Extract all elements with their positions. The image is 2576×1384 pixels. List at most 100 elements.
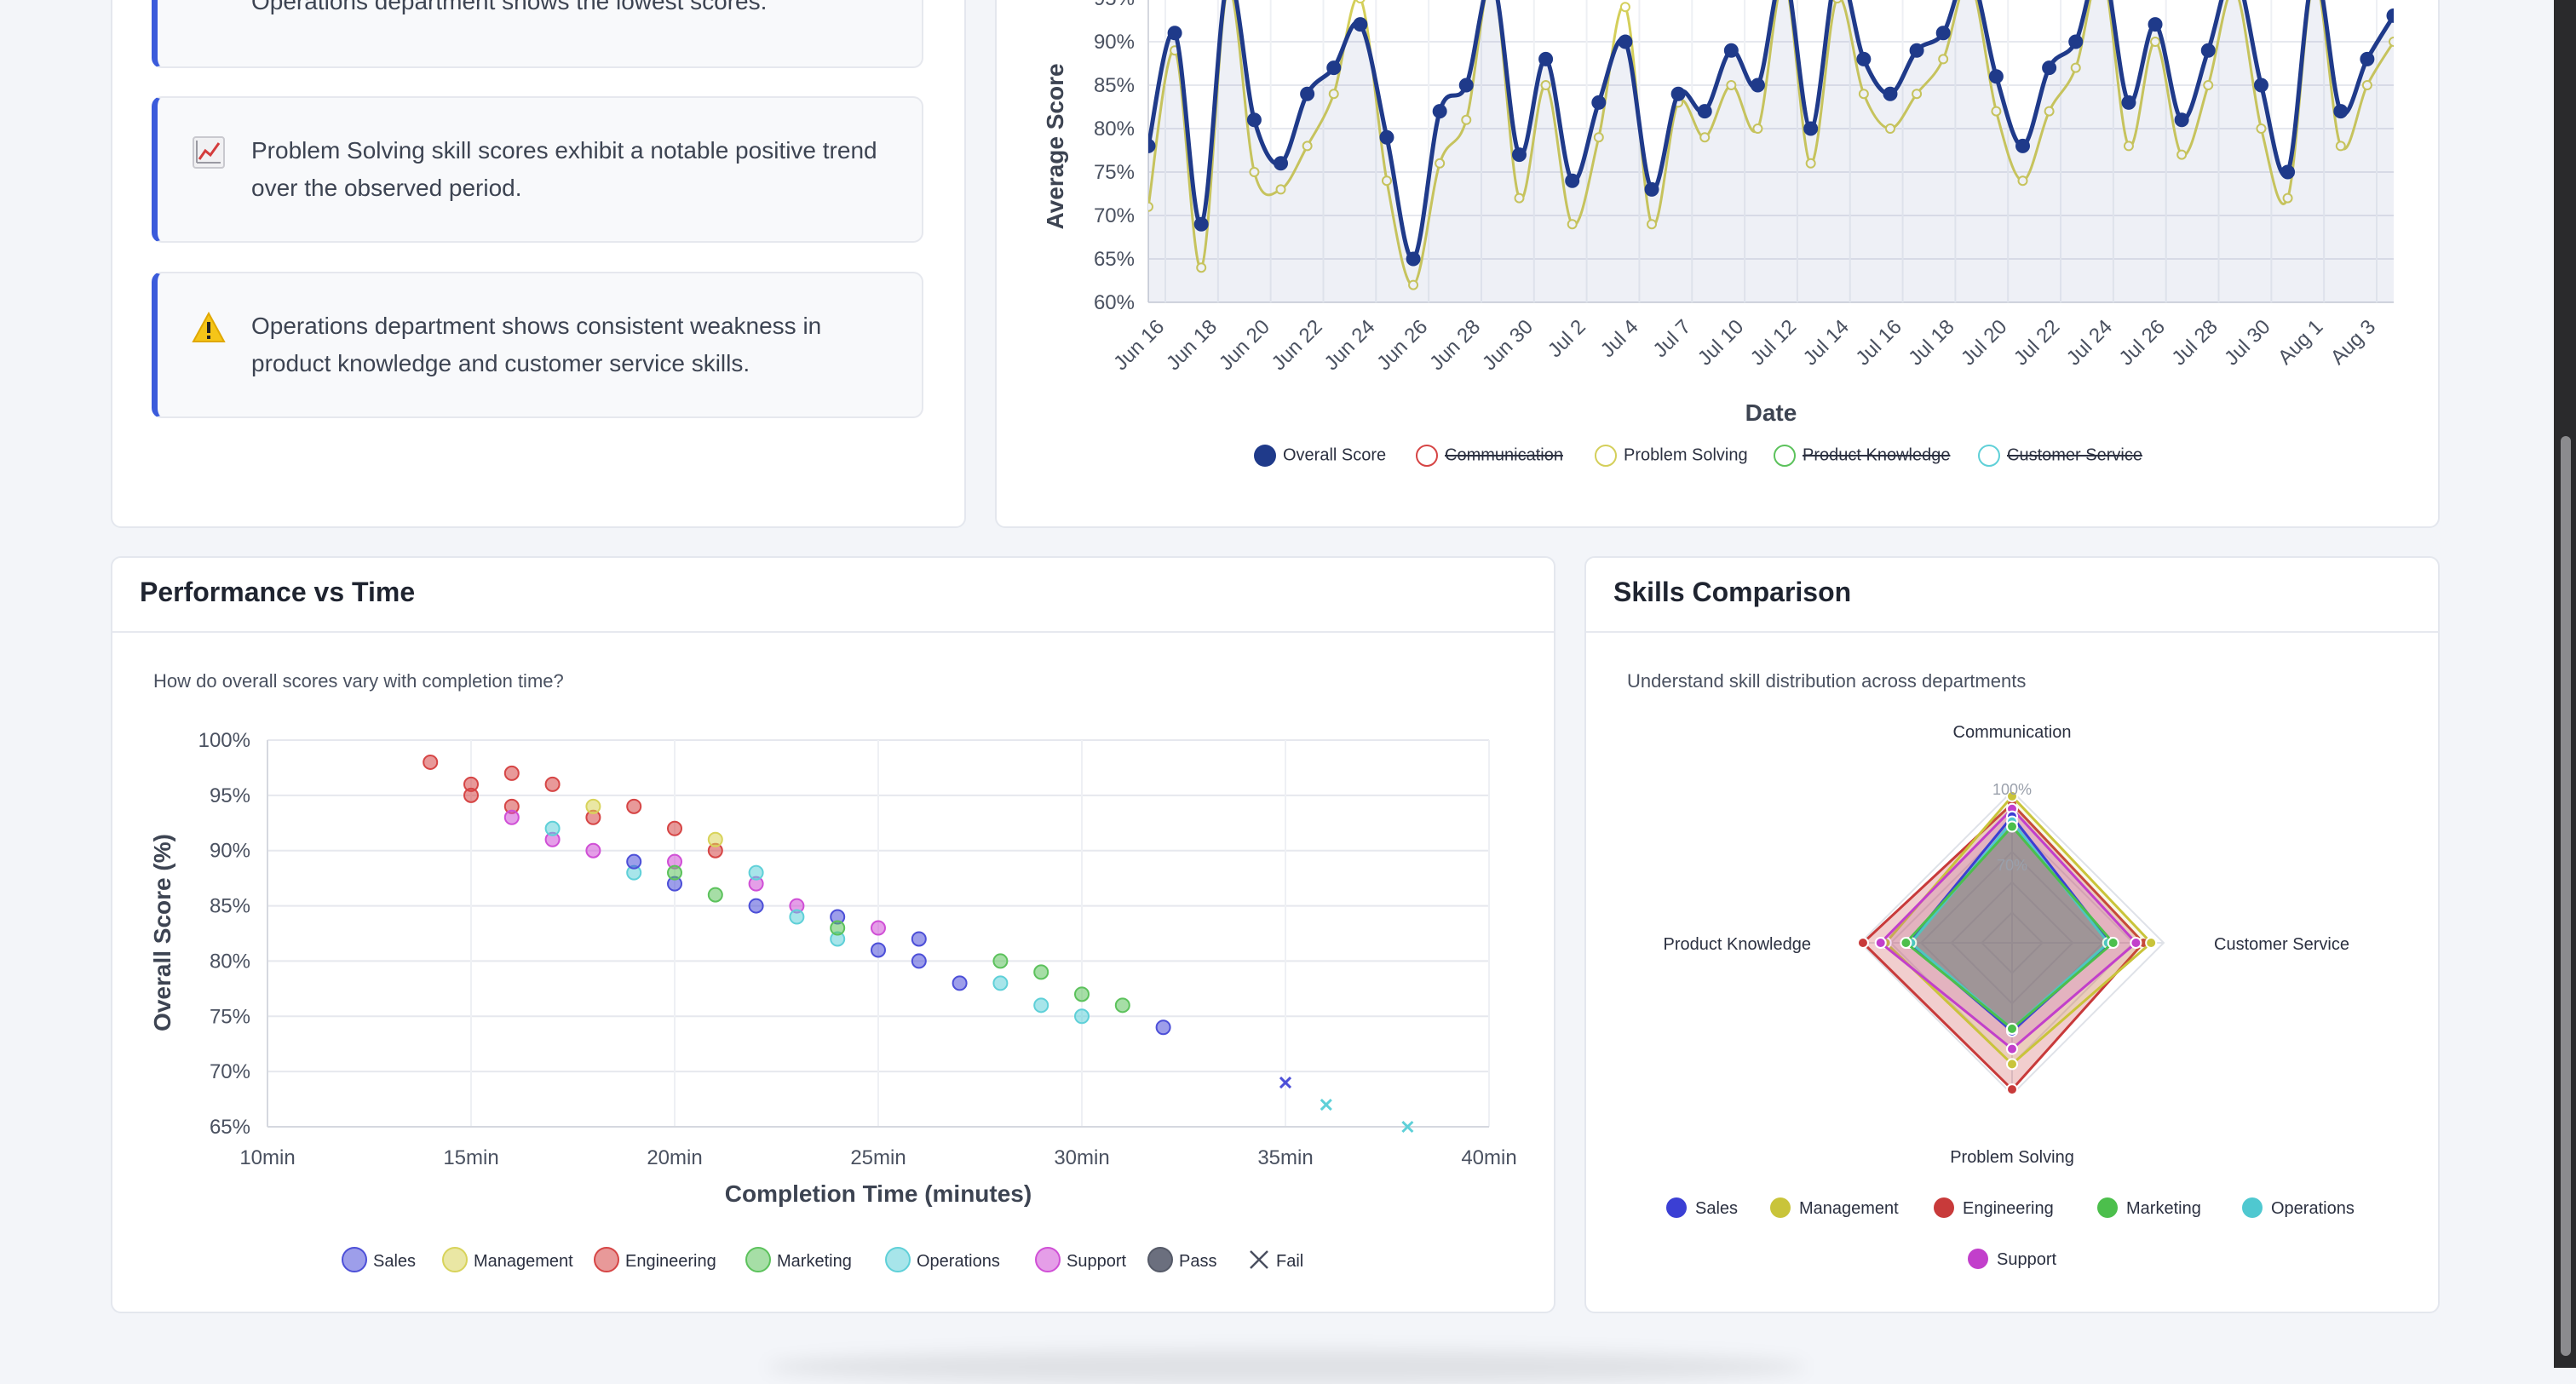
overall-score-point	[1697, 104, 1712, 119]
legend-label: Engineering	[625, 1252, 716, 1271]
legend-item[interactable]: Operations	[885, 1247, 1000, 1272]
overall-score-point	[2386, 8, 2394, 23]
x-tick-label: Jun 26	[1372, 315, 1432, 375]
legend-item[interactable]: Customer Service	[1978, 445, 2142, 467]
legend-label: Problem Solving	[1624, 445, 1748, 465]
series-marketing	[667, 864, 1130, 1014]
series-management	[585, 798, 723, 847]
data-point	[707, 887, 723, 903]
legend-label: Customer Service	[2007, 445, 2142, 465]
overall-score-point	[1379, 129, 1394, 145]
overall-score-point	[1167, 26, 1182, 41]
x-tick-label: Jun 20	[1215, 315, 1274, 375]
overall-score-point	[1909, 43, 1924, 58]
radar-tick-label: 70%	[1997, 857, 2027, 874]
overall-score-point	[1670, 86, 1686, 101]
insight-text: Operations department shows consistent w…	[251, 313, 822, 376]
legend-item[interactable]: Communication	[1416, 445, 1563, 467]
radar-point	[2145, 937, 2158, 949]
legend-item[interactable]: Engineering	[594, 1247, 716, 1272]
legend-item[interactable]: Overall Score	[1254, 445, 1386, 467]
data-point	[748, 864, 764, 881]
data-point	[871, 942, 886, 958]
x-tick-label: Jul 4	[1596, 315, 1643, 362]
legend-item[interactable]: Support	[1968, 1249, 2056, 1269]
radar-axis-label: Problem Solving	[1950, 1148, 2074, 1167]
legend-swatch	[2242, 1197, 2263, 1218]
legend-label: Operations	[917, 1252, 1000, 1271]
data-point	[463, 787, 479, 803]
legend-item[interactable]: Pass	[1147, 1247, 1216, 1272]
x-tick-label: Jul 24	[2062, 315, 2117, 370]
legend-swatch	[1968, 1249, 1988, 1269]
radar-point	[1900, 937, 1912, 949]
legend-item[interactable]: Sales	[1666, 1197, 1738, 1218]
legend-swatch	[1770, 1197, 1791, 1218]
y-tick-label: 80%	[210, 950, 250, 973]
warning-icon	[192, 311, 226, 342]
data-point	[1155, 1019, 1171, 1036]
overall-score-point	[1406, 251, 1421, 267]
legend-item[interactable]: Product Knowledge	[1774, 445, 1950, 467]
radar-point	[2006, 1083, 2018, 1096]
legend-item[interactable]: Operations	[2242, 1197, 2355, 1218]
data-point	[503, 765, 520, 781]
x-tick-label: Jul 12	[1746, 315, 1801, 370]
x-tick-label: 40min	[1461, 1146, 1516, 1169]
overall-score-point	[1432, 104, 1447, 119]
radar-chart: 100% 70% Communication Customer Service Prob…	[1664, 723, 2355, 1269]
data-point	[789, 909, 805, 925]
series-support	[503, 809, 886, 936]
radar-tick-label: 100%	[1992, 781, 2032, 798]
overall-score-point	[2121, 95, 2136, 110]
data-point	[748, 898, 764, 914]
legend-swatch	[1416, 445, 1438, 467]
legend-label: Engineering	[1963, 1199, 2054, 1218]
radar-point	[1856, 937, 1869, 949]
legend-item[interactable]: Marketing	[745, 1247, 852, 1272]
legend-item[interactable]: Management	[442, 1247, 573, 1272]
x-tick-label: Jul 30	[2220, 315, 2274, 370]
skills-comparison-card: Skills Comparison Understand skill distr…	[1584, 556, 2440, 1313]
legend-item[interactable]: Problem Solving	[1595, 445, 1748, 467]
overall-score-point	[1148, 138, 1156, 153]
data-point	[667, 864, 682, 881]
data-point	[1033, 997, 1049, 1014]
legend-item[interactable]: Marketing	[2097, 1197, 2201, 1218]
x-tick-label: Jun 24	[1320, 315, 1379, 375]
data-point	[992, 975, 1009, 991]
y-tick-label: 85%	[1094, 74, 1135, 97]
legend-item[interactable]: Fail	[1250, 1250, 1303, 1271]
y-tick-label: 90%	[1094, 31, 1135, 54]
overall-score-point	[2360, 51, 2375, 66]
data-point	[544, 820, 561, 836]
legend-label: Marketing	[777, 1252, 852, 1271]
radar-point	[2006, 1022, 2018, 1035]
y-tick-label: 65%	[210, 1116, 250, 1139]
data-point	[626, 853, 642, 870]
data-point	[911, 931, 927, 947]
overall-score-point	[1644, 181, 1659, 197]
data-point	[1074, 986, 1090, 1002]
data-point	[992, 953, 1009, 969]
x-axis-title: Completion Time (minutes)	[725, 1180, 1032, 1207]
x-tick-label: Jul 22	[2010, 315, 2064, 370]
legend-item[interactable]: Support	[1035, 1247, 1126, 1272]
data-point	[544, 776, 561, 792]
overall-score-point	[1511, 147, 1527, 163]
legend-item[interactable]: Sales	[342, 1247, 416, 1272]
radar-axis-label: Customer Service	[2214, 935, 2349, 954]
overall-score-point	[1723, 43, 1739, 58]
scrollbar-thumb[interactable]	[2561, 436, 2571, 1356]
overall-score-point	[1300, 86, 1315, 101]
x-tick-label: 20min	[647, 1146, 702, 1169]
legend-item[interactable]: Management	[1770, 1197, 1899, 1218]
legend-item[interactable]: Engineering	[1934, 1197, 2054, 1218]
data-point	[952, 975, 968, 991]
overall-score-point	[1246, 112, 1262, 128]
x-tick-label: Jun 30	[1478, 315, 1538, 375]
overall-score-point	[1935, 26, 1951, 41]
insights-card	[111, 0, 966, 528]
overall-score-point	[2174, 112, 2189, 128]
overall-score-point	[1326, 60, 1342, 76]
